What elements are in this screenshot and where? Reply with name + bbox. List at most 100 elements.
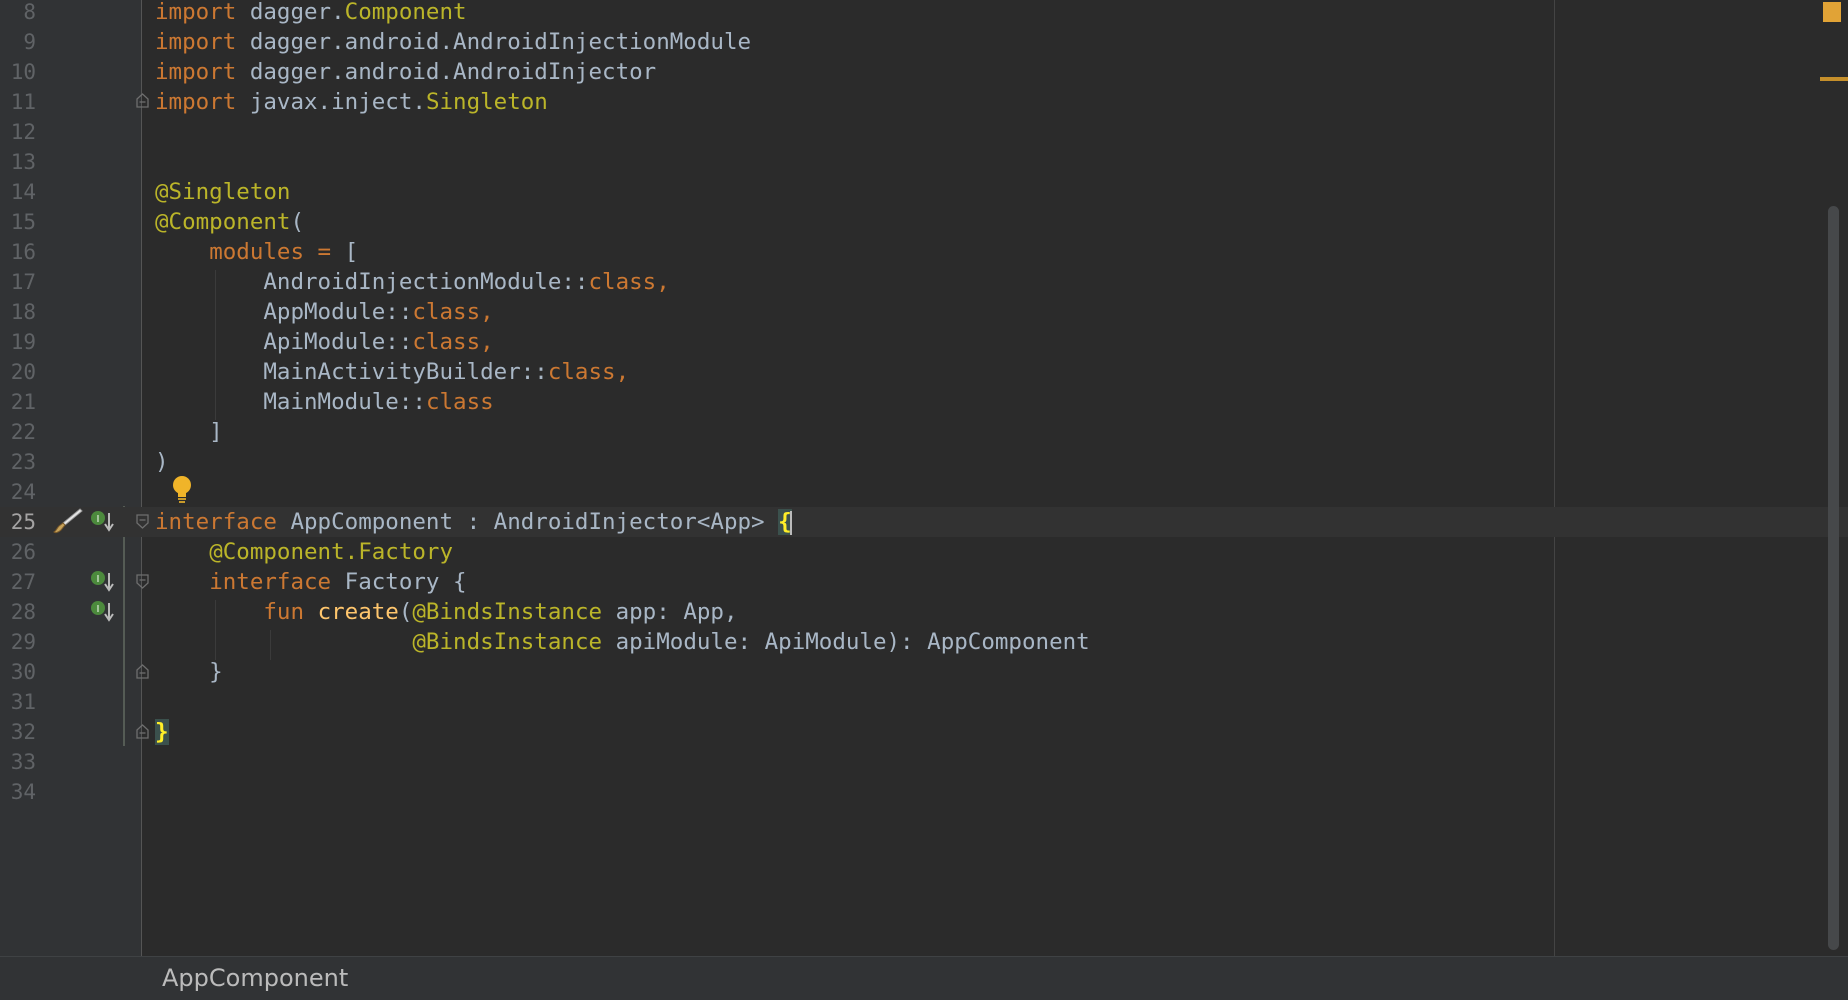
code-token: import [155, 29, 237, 55]
code-line[interactable]: 18 AppModule::class, [0, 297, 1848, 327]
code-line[interactable]: 10 import dagger.android.AndroidInjector [0, 57, 1848, 87]
line-number: 23 [10, 450, 36, 474]
code-token: class, [412, 329, 494, 355]
code-token: interface [209, 569, 332, 595]
line-number: 12 [10, 120, 36, 144]
code-line[interactable]: 25 interface AppComponent : AndroidInject… [0, 507, 1848, 537]
code-text[interactable]: ] [155, 417, 223, 447]
code-text[interactable]: ) [155, 447, 169, 477]
breadcrumb: AppComponent [0, 956, 1848, 1000]
implemented-down-arrow-icon[interactable]: I [90, 509, 114, 537]
line-number: 15 [10, 210, 36, 234]
code-token: } [155, 719, 169, 745]
line-number: 34 [10, 780, 36, 804]
line-number: 13 [10, 150, 36, 174]
code-line[interactable]: 23) [0, 447, 1848, 477]
code-line[interactable]: 33 [0, 747, 1848, 777]
line-number: 17 [10, 270, 36, 294]
code-line[interactable]: 12 [0, 117, 1848, 147]
code-line[interactable]: 21 MainModule::class [0, 387, 1848, 417]
fold-marker-icon[interactable] [136, 724, 149, 739]
code-text[interactable]: import dagger.android.AndroidInjector [155, 57, 656, 87]
vertical-scrollbar[interactable] [1828, 206, 1839, 950]
fold-marker-icon[interactable] [136, 574, 149, 589]
code-line[interactable]: 19 ApiModule::class, [0, 327, 1848, 357]
code-text[interactable]: interface AppComponent : AndroidInjector… [155, 507, 792, 537]
code-line[interactable]: 24 [0, 477, 1848, 507]
code-line[interactable]: 17 AndroidInjectionModule::class, [0, 267, 1848, 297]
code-line[interactable]: 26 @Component.Factory [0, 537, 1848, 567]
line-number: 30 [10, 660, 36, 684]
code-line[interactable]: 20 MainActivityBuilder::class, [0, 357, 1848, 387]
line-number: 9 [23, 30, 36, 54]
code-text[interactable]: interface Factory { [155, 567, 467, 597]
code-text[interactable]: import dagger.Component [155, 0, 467, 27]
line-number: 26 [10, 540, 36, 564]
code-token: class [425, 389, 494, 415]
indent-guide [215, 270, 216, 420]
brush-icon[interactable] [52, 507, 84, 539]
fold-marker-icon[interactable] [136, 514, 149, 529]
code-text[interactable]: @Singleton [155, 177, 290, 207]
code-token: javax.inject. [236, 89, 426, 115]
error-stripe-marker[interactable] [1820, 77, 1848, 81]
code-text[interactable]: ApiModule::class, [155, 327, 494, 357]
line-number: 28 [10, 600, 36, 624]
code-token: import [155, 59, 237, 85]
breadcrumb-item[interactable]: AppComponent [162, 957, 348, 999]
code-line[interactable]: 27 interface Factory { [0, 567, 1848, 597]
code-text[interactable]: import javax.inject.Singleton [155, 87, 548, 117]
code-line[interactable]: 30 } [0, 657, 1848, 687]
code-token: AppModule:: [155, 299, 413, 325]
code-text[interactable]: fun create(@BindsInstance app: App, [155, 597, 738, 627]
svg-text:I: I [97, 574, 100, 585]
code-text[interactable]: @Component.Factory [155, 537, 453, 567]
lightbulb-icon[interactable] [170, 475, 194, 509]
code-token: Factory { [331, 569, 467, 595]
code-token: ] [155, 419, 223, 445]
code-text[interactable]: AndroidInjectionModule::class, [155, 267, 670, 297]
code-text[interactable]: import dagger.android.AndroidInjectionMo… [155, 27, 751, 57]
code-token: ApiModule:: [155, 329, 413, 355]
code-line[interactable]: 11 import javax.inject.Singleton [0, 87, 1848, 117]
line-number: 11 [10, 90, 36, 114]
code-text[interactable]: } [155, 717, 169, 747]
code-line[interactable]: 15 @Component( [0, 207, 1848, 237]
code-token: Component [344, 0, 467, 25]
code-token: @Singleton [155, 179, 291, 205]
code-text[interactable]: @BindsInstance apiModule: ApiModule): Ap… [155, 627, 1089, 657]
code-line[interactable]: 13 [0, 147, 1848, 177]
code-text[interactable]: MainModule::class [155, 387, 494, 417]
code-token: import [155, 0, 237, 25]
fold-marker-icon[interactable] [136, 93, 149, 108]
text-cursor [789, 510, 792, 535]
code-line[interactable]: 8 import dagger.Component [0, 0, 1848, 27]
svg-text:I: I [97, 514, 100, 525]
code-line[interactable]: 32} [0, 717, 1848, 747]
code-line[interactable]: 29 @BindsInstance apiModule: ApiModule):… [0, 627, 1848, 657]
code-token: class, [588, 269, 670, 295]
code-line[interactable]: 16 modules = [ [0, 237, 1848, 267]
line-number: 14 [10, 180, 36, 204]
code-line[interactable]: 28 fun create(@BindsInstance app: App, [0, 597, 1848, 627]
code-line[interactable]: 31 [0, 687, 1848, 717]
code-text[interactable]: } [155, 657, 223, 687]
code-text[interactable]: MainActivityBuilder::class, [155, 357, 629, 387]
code-text[interactable]: AppModule::class, [155, 297, 493, 327]
code-text[interactable]: @Component( [155, 207, 304, 237]
code-token: app: App, [602, 599, 738, 625]
implemented-down-arrow-icon[interactable]: I [90, 569, 114, 597]
code-line[interactable]: 22 ] [0, 417, 1848, 447]
code-line[interactable]: 14 @Singleton [0, 177, 1848, 207]
code-editor[interactable]: 8 import dagger.Component 9 import dagger.a… [0, 0, 1848, 956]
code-line[interactable]: 9 import dagger.android.AndroidInjectionM… [0, 27, 1848, 57]
code-line[interactable]: 34 [0, 777, 1848, 807]
warning-status-marker[interactable] [1823, 2, 1841, 22]
code-text[interactable]: modules = [ [155, 237, 358, 267]
code-token: @Component.Factory [209, 539, 454, 565]
fold-marker-icon[interactable] [136, 664, 149, 679]
implemented-down-arrow-icon[interactable]: I [90, 599, 114, 627]
